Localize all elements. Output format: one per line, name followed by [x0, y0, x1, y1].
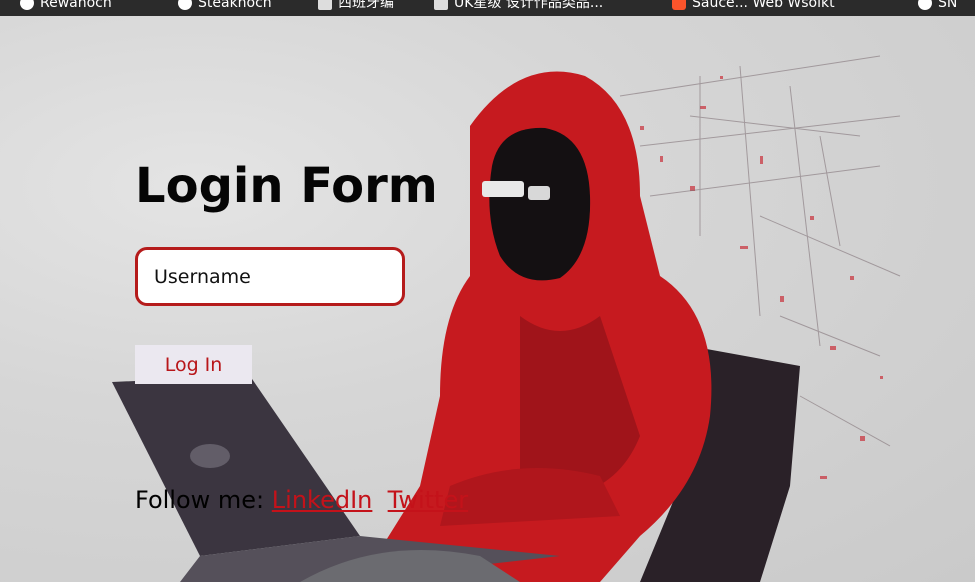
bookmark-item[interactable]: Rewahoch: [20, 0, 112, 10]
tag-icon: [318, 0, 332, 10]
bookmarks-bar: Rewahoch Steakhoch 西班牙编 UK星级 设计作品类品... S…: [0, 0, 975, 16]
bookmark-label: 西班牙编: [338, 0, 394, 11]
bookmark-item[interactable]: SN: [918, 0, 957, 10]
bookmark-label: UK星级 设计作品类品...: [454, 0, 604, 11]
bookmark-item[interactable]: Steakhoch: [178, 0, 272, 10]
globe-icon: [918, 0, 932, 10]
follow-label: Follow me:: [135, 486, 272, 514]
bookmark-item[interactable]: Sauce... Web Wsoikt: [672, 0, 835, 10]
linkedin-link[interactable]: LinkedIn: [272, 486, 373, 514]
globe-icon: [20, 0, 34, 10]
leaf-icon: [178, 0, 192, 10]
brave-icon: [672, 0, 686, 10]
username-input[interactable]: [135, 247, 405, 306]
bookmark-item[interactable]: UK星级 设计作品类品...: [434, 0, 603, 10]
bookmark-item[interactable]: 西班牙编: [318, 0, 394, 10]
page-title: Login Form: [135, 158, 438, 214]
bookmark-label: Sauce... Web Wsoikt: [692, 0, 835, 11]
login-button[interactable]: Log In: [135, 345, 252, 384]
social-links: Follow me: LinkedIn Twitter: [135, 486, 468, 514]
bookmark-label: SN: [938, 0, 958, 11]
folder-icon: [434, 0, 448, 10]
twitter-link[interactable]: Twitter: [388, 486, 468, 514]
bookmark-label: Steakhoch: [198, 0, 272, 11]
bookmark-label: Rewahoch: [40, 0, 112, 11]
